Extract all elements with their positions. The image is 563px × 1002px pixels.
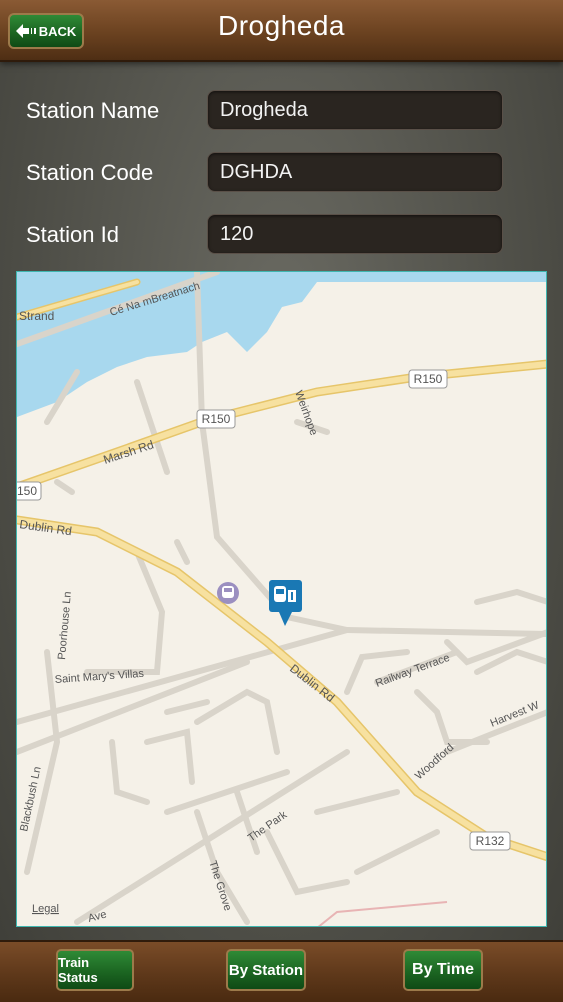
- map-shield-r150-c: 150: [17, 481, 42, 501]
- station-name-field: Drogheda: [207, 90, 503, 130]
- station-id-label: Station Id: [26, 222, 119, 247]
- bottom-toolbar: Train Status By Station By Time: [0, 940, 563, 1002]
- by-time-button[interactable]: By Time: [403, 949, 483, 991]
- svg-text:R150: R150: [414, 372, 443, 386]
- station-name-row: Station Name Drogheda: [0, 90, 563, 132]
- map-shield-r150-a: R150: [408, 369, 448, 389]
- svg-text:R132: R132: [476, 834, 505, 848]
- header-bar: BACK Drogheda: [0, 0, 563, 62]
- page-title: Drogheda: [218, 10, 345, 41]
- map-legal-link[interactable]: Legal: [32, 903, 59, 915]
- train-status-button[interactable]: Train Status: [56, 949, 134, 991]
- station-map[interactable]: Strand Cé Na mBreatnach R150 R150 150 R1…: [16, 271, 547, 927]
- by-station-button[interactable]: By Station: [226, 949, 306, 991]
- station-code-field: DGHDA: [207, 152, 503, 192]
- station-code-row: Station Code DGHDA: [0, 152, 563, 194]
- station-id-row: Station Id 120: [0, 214, 563, 256]
- train-poi-icon[interactable]: [217, 582, 239, 604]
- svg-text:150: 150: [17, 484, 37, 498]
- map-shield-r132: R132: [469, 831, 511, 851]
- station-name-label: Station Name: [26, 98, 160, 123]
- station-code-label: Station Code: [26, 160, 154, 185]
- map-label-strand: Strand: [19, 309, 54, 323]
- station-id-field: 120: [207, 214, 503, 254]
- svg-text:R150: R150: [202, 412, 231, 426]
- map-shield-r150-b: R150: [196, 409, 236, 429]
